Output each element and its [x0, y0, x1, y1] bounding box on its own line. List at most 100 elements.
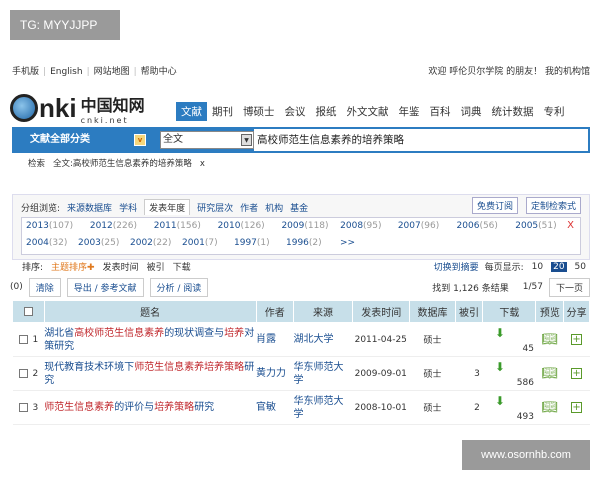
group-tab[interactable]: 来源数据库 [67, 201, 112, 214]
group-tab[interactable]: 基金 [290, 201, 308, 214]
year-filter[interactable]: 1996(2) [286, 238, 322, 248]
top-link[interactable]: 网站地图 [94, 67, 130, 77]
top-bar: 手机版 | English | 网站地图 | 帮助中心 欢迎 呼伦贝尔学院 的朋友！ 我的机… [12, 64, 590, 78]
row-checkbox[interactable] [18, 402, 28, 412]
sort-option[interactable]: 被引 [147, 260, 165, 273]
top-link[interactable]: 帮助中心 [141, 67, 177, 77]
export-button[interactable]: 导出 / 参考文献 [66, 277, 144, 297]
remove-filter-button[interactable]: x [200, 159, 205, 169]
free-subscribe-button[interactable]: 免费订阅 [471, 197, 518, 214]
column-header: 题名 [43, 300, 257, 323]
share-plus-icon[interactable]: + [571, 368, 583, 379]
book-preview-icon[interactable]: 📖︎ [542, 400, 559, 415]
sort-option[interactable]: 发表时间 [103, 260, 139, 273]
download-icon[interactable]: ⬇ [495, 360, 505, 374]
year-filter[interactable]: 2013(107) [26, 221, 73, 231]
year-filter[interactable]: 2007(96) [398, 221, 439, 231]
author-link[interactable]: 官敏 [256, 390, 294, 425]
year-filter[interactable]: 2012(226) [90, 221, 137, 231]
top-link[interactable]: 手机版 [12, 67, 39, 77]
cited-count: 3 [455, 356, 483, 391]
next-page-button[interactable]: 下一页 [548, 277, 590, 297]
select-all-checkbox[interactable] [23, 306, 33, 316]
nav-tab[interactable]: 文献 [176, 102, 207, 121]
search-crumb: 检索 全文:高校师范生信息素养的培养策略 x [28, 159, 205, 169]
sort-option[interactable]: 下载 [173, 260, 191, 273]
nav-tab[interactable]: 会议 [280, 102, 311, 121]
year-list: X 2013(107) 2012(226) 2011(156) 2010(126) 200… [21, 217, 581, 255]
page-size-option[interactable]: 20 [551, 261, 567, 272]
download-icon[interactable]: ⬇ [495, 326, 505, 340]
row-checkbox[interactable] [18, 368, 28, 378]
result-title-link[interactable]: 师范生信息素养的评价与培养策略研究 [44, 390, 257, 425]
year-filter[interactable]: 2003(25) [78, 238, 119, 248]
year-filter[interactable]: 2011(156) [154, 221, 201, 231]
nav-tab[interactable]: 年鉴 [394, 102, 425, 121]
group-tab[interactable]: 作者 [240, 201, 258, 214]
result-title-link[interactable]: 湖北省高校师范生信息素养的现状调查与培养对策研究 [44, 322, 257, 357]
table-row: 2 现代教育技术环境下师范生信息素养培养策略研究 黄力力 华东师范大学 2009-09-… [12, 356, 590, 391]
close-icon[interactable]: X [567, 220, 574, 231]
share-plus-icon[interactable]: + [571, 334, 583, 345]
share-plus-icon[interactable]: + [571, 402, 583, 413]
column-header: 下载 [482, 300, 537, 323]
source-link[interactable]: 华东师范大学 [293, 356, 353, 391]
dropdown-arrow-icon[interactable]: ▼ [241, 134, 252, 146]
column-header: 数据库 [409, 300, 456, 323]
year-filter[interactable]: 2008(95) [340, 221, 381, 231]
chevron-down-icon[interactable]: v [134, 134, 146, 146]
nav-tab[interactable]: 外文文献 [342, 102, 394, 121]
top-link[interactable]: English [50, 67, 83, 77]
field-select[interactable]: 全文 ▼ [160, 131, 254, 149]
author-link[interactable]: 肖露 [256, 322, 294, 357]
category-select[interactable]: 文献全部分类 v [12, 127, 152, 153]
nav-tab[interactable]: 报纸 [311, 102, 342, 121]
nav-tab[interactable]: 专利 [539, 102, 570, 121]
book-preview-icon[interactable]: 📖︎ [542, 332, 559, 347]
database: 硕士 [409, 390, 456, 425]
year-filter[interactable]: 2005(51) [515, 221, 556, 231]
book-preview-icon[interactable]: 📖︎ [542, 366, 559, 381]
download-count: 586 [516, 378, 534, 388]
year-filter[interactable]: 2006(56) [457, 221, 498, 231]
sort-option[interactable]: 主题排序✚ [51, 260, 95, 273]
cnki-logo[interactable]: nki 中国知网 cnki.net [10, 88, 175, 128]
year-filter[interactable]: 2004(32) [26, 238, 67, 248]
nav-tab[interactable]: 词典 [456, 102, 487, 121]
year-filter[interactable]: 2001(7) [182, 238, 218, 248]
year-filter[interactable]: 2009(118) [281, 221, 328, 231]
custom-query-button[interactable]: 定制检索式 [525, 197, 581, 214]
nav-tab[interactable]: 百科 [425, 102, 456, 121]
year-filter[interactable]: 1997(1) [234, 238, 270, 248]
welcome-text: 欢迎 呼伦贝尔学院 的朋友！ 我的机构馆 [428, 67, 590, 77]
author-link[interactable]: 黄力力 [256, 356, 294, 391]
analyze-button[interactable]: 分析 / 阅读 [149, 277, 209, 297]
group-tab[interactable]: 研究层次 [197, 201, 233, 214]
more-years-button[interactable]: >> [340, 238, 355, 248]
group-tab[interactable]: 机构 [265, 201, 283, 214]
nav-tab[interactable]: 期刊 [207, 102, 238, 121]
download-count: 45 [522, 344, 534, 354]
download-icon[interactable]: ⬇ [495, 394, 505, 408]
column-header: 被引 [454, 300, 484, 323]
switch-abstract-link[interactable]: 切换到摘要 [434, 260, 479, 273]
watermark-top: TG: MYYJJPP [10, 10, 120, 40]
group-tab[interactable]: 学科 [119, 201, 137, 214]
year-filter[interactable]: 2002(22) [130, 238, 171, 248]
publish-date: 2009-09-01 [352, 356, 410, 391]
page-size-option[interactable]: 50 [573, 262, 588, 272]
nav-tab[interactable]: 博硕士 [238, 102, 280, 121]
clear-button[interactable]: 清除 [28, 277, 61, 297]
row-checkbox[interactable] [18, 334, 28, 344]
group-tab[interactable]: 发表年度 [144, 199, 191, 215]
result-toolbar: (0) 清除 导出 / 参考文献 分析 / 阅读 找到 1,126 条结果 1/… [10, 277, 590, 297]
source-link[interactable]: 湖北大学 [293, 322, 353, 357]
sort-bar: 排序: 主题排序✚ 发表时间 被引 下载 [22, 260, 191, 273]
source-link[interactable]: 华东师范大学 [293, 390, 353, 425]
search-input[interactable]: 高校师范生信息素养的培养策略 [254, 129, 588, 151]
year-filter[interactable]: 2010(126) [218, 221, 265, 231]
nav-tab[interactable]: 统计数据 [487, 102, 539, 121]
separator: | [133, 67, 137, 77]
page-size-option[interactable]: 10 [530, 262, 545, 272]
result-title-link[interactable]: 现代教育技术环境下师范生信息素养培养策略研究 [44, 356, 257, 391]
